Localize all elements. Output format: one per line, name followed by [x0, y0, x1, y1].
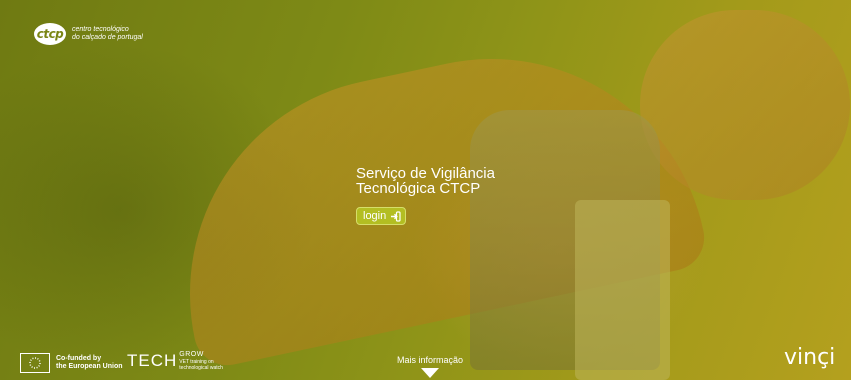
eu-cofunded-logo[interactable]: Co-funded by the European Union [20, 353, 123, 373]
vinci-logo[interactable]: vinçi [784, 345, 835, 370]
techgrow-logo[interactable]: TECH GROW VET training on technological … [127, 351, 223, 371]
login-label: login [363, 210, 387, 222]
title-line-2: Tecnológica CTCP [356, 180, 481, 197]
tech-line-2: technological watch [179, 365, 223, 371]
ctcp-logo[interactable]: ctcp centro tecnológico do calçado de po… [34, 23, 143, 45]
more-info-link[interactable]: Mais informação [380, 355, 480, 378]
eu-flag-icon [20, 353, 50, 373]
machine-plate-image [575, 200, 670, 380]
tech-word: TECH [127, 351, 178, 370]
logo-text: centro tecnológico do calçado de portuga… [72, 26, 143, 42]
eu-line-1: Co-funded by [56, 355, 102, 362]
eu-line-2: the European Union [56, 363, 123, 370]
logo-mark: ctcp [34, 23, 66, 45]
tech-grow: GROW [179, 351, 204, 358]
logo-line-2: do calçado de portugal [72, 34, 143, 41]
triangle-down-icon [421, 368, 439, 378]
logo-line-1: centro tecnológico [72, 26, 129, 33]
hero-content: Serviço de Vigilância Tecnológica CTCP l… [356, 166, 495, 225]
login-button[interactable]: login [356, 207, 407, 225]
hand-image [640, 10, 850, 200]
more-info-label: Mais informação [396, 355, 464, 365]
hero-background: ctcp centro tecnológico do calçado de po… [0, 0, 851, 380]
sign-in-arrow-icon [390, 210, 401, 222]
eu-text: Co-funded by the European Union [56, 355, 123, 371]
tech-side-text: GROW VET training on technological watch [179, 351, 223, 371]
page-title: Serviço de Vigilância Tecnológica CTCP [356, 166, 495, 196]
title-line-1: Serviço de Vigilância [356, 165, 495, 182]
